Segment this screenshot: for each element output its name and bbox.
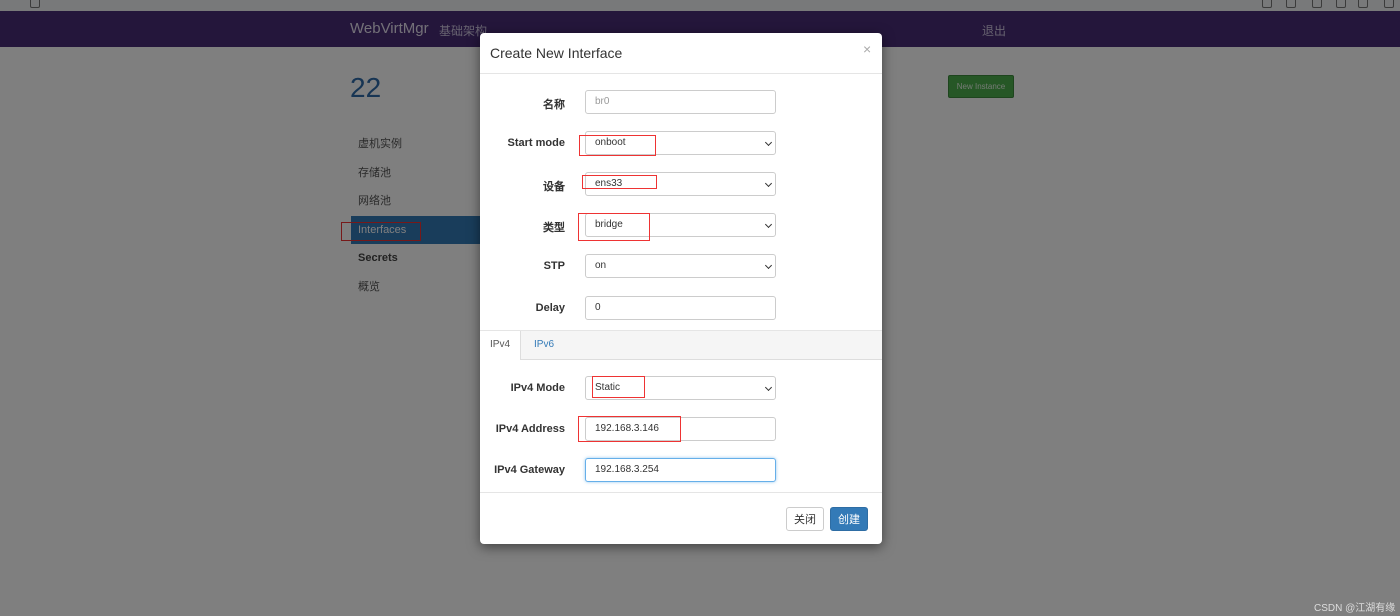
delay-row: Delay 0 bbox=[480, 296, 882, 322]
close-icon[interactable]: × bbox=[863, 41, 871, 57]
chevron-down-icon bbox=[764, 138, 773, 147]
chevron-down-icon bbox=[764, 179, 773, 188]
ipv4-gateway-row: IPv4 Gateway 192.168.3.254 bbox=[480, 458, 882, 484]
type-label: 类型 bbox=[543, 222, 565, 234]
stp-row: STP on bbox=[480, 254, 882, 280]
close-button[interactable]: 关闭 bbox=[786, 507, 824, 531]
type-select[interactable]: bridge bbox=[585, 213, 776, 237]
delay-label: Delay bbox=[535, 302, 565, 314]
name-row: 名称 br0 bbox=[480, 90, 882, 116]
ipv4-gateway-input[interactable]: 192.168.3.254 bbox=[585, 458, 776, 482]
chevron-down-icon bbox=[764, 261, 773, 270]
chevron-down-icon bbox=[764, 220, 773, 229]
ipv4-mode-label: IPv4 Mode bbox=[510, 382, 565, 394]
create-button[interactable]: 创建 bbox=[830, 507, 868, 531]
modal-header: Create New Interface × bbox=[480, 33, 882, 74]
name-input[interactable]: br0 bbox=[585, 90, 776, 114]
watermark: CSDN @江湖有缘 bbox=[1314, 603, 1396, 614]
name-label: 名称 bbox=[543, 99, 565, 111]
ipv4-mode-row: IPv4 Mode Static bbox=[480, 376, 882, 402]
ipv4-address-label: IPv4 Address bbox=[495, 423, 565, 435]
ip-tabs: IPv4 IPv6 bbox=[480, 330, 882, 360]
ipv4-mode-value: Static bbox=[595, 382, 621, 393]
create-interface-modal: Create New Interface × 名称 br0 Start mode… bbox=[480, 33, 882, 544]
type-row: 类型 bridge bbox=[480, 213, 882, 239]
ipv4-address-input[interactable]: 192.168.3.146 bbox=[585, 417, 776, 441]
modal-footer: 关闭 创建 bbox=[480, 492, 882, 544]
start-mode-value: onboot bbox=[595, 137, 626, 148]
tab-ipv4[interactable]: IPv4 bbox=[480, 331, 522, 360]
stp-value: on bbox=[595, 260, 607, 271]
tab-ipv6[interactable]: IPv6 bbox=[524, 331, 564, 359]
ipv4-mode-select[interactable]: Static bbox=[585, 376, 776, 400]
start-mode-label: Start mode bbox=[507, 137, 565, 149]
ipv4-gateway-label: IPv4 Gateway bbox=[494, 464, 565, 476]
delay-input[interactable]: 0 bbox=[585, 296, 776, 320]
device-select[interactable]: ens33 bbox=[585, 172, 776, 196]
start-mode-row: Start mode onboot bbox=[480, 131, 882, 157]
chevron-down-icon bbox=[764, 383, 773, 392]
device-row: 设备 ens33 bbox=[480, 172, 882, 198]
ipv4-address-row: IPv4 Address 192.168.3.146 bbox=[480, 417, 882, 443]
device-label: 设备 bbox=[543, 181, 565, 193]
modal-title: Create New Interface bbox=[490, 45, 623, 61]
stp-select[interactable]: on bbox=[585, 254, 776, 278]
stp-label: STP bbox=[543, 260, 565, 272]
start-mode-select[interactable]: onboot bbox=[585, 131, 776, 155]
device-value: ens33 bbox=[595, 178, 623, 189]
type-value: bridge bbox=[595, 219, 623, 230]
